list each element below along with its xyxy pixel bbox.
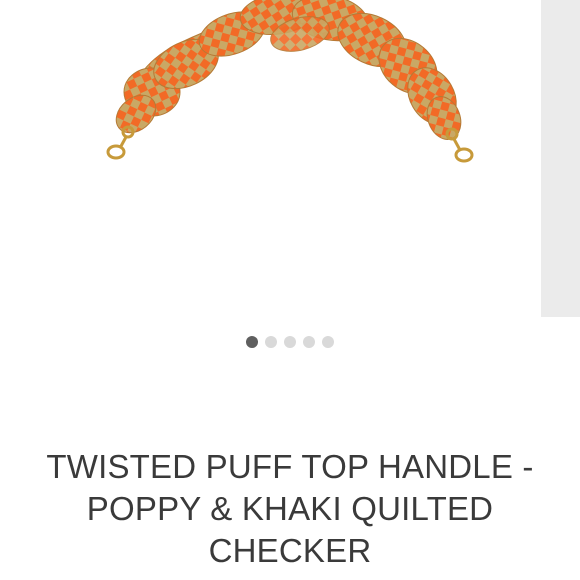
- product-page: TWISTED PUFF TOP HANDLE - POPPY & KHAKI …: [0, 0, 580, 580]
- twisted-handle-strands: [115, 0, 462, 140]
- product-image: [106, 0, 474, 163]
- product-image-slide[interactable]: [0, 0, 540, 320]
- carousel-pagination: [0, 336, 580, 348]
- product-title: TWISTED PUFF TOP HANDLE - POPPY & KHAKI …: [46, 448, 534, 569]
- carousel-dot-1[interactable]: [246, 336, 258, 348]
- product-image-carousel[interactable]: [0, 0, 580, 320]
- carousel-dot-5[interactable]: [322, 336, 334, 348]
- carousel-dot-2[interactable]: [265, 336, 277, 348]
- next-slide-peek[interactable]: [541, 0, 580, 317]
- carousel-dot-4[interactable]: [303, 336, 315, 348]
- carousel-dot-3[interactable]: [284, 336, 296, 348]
